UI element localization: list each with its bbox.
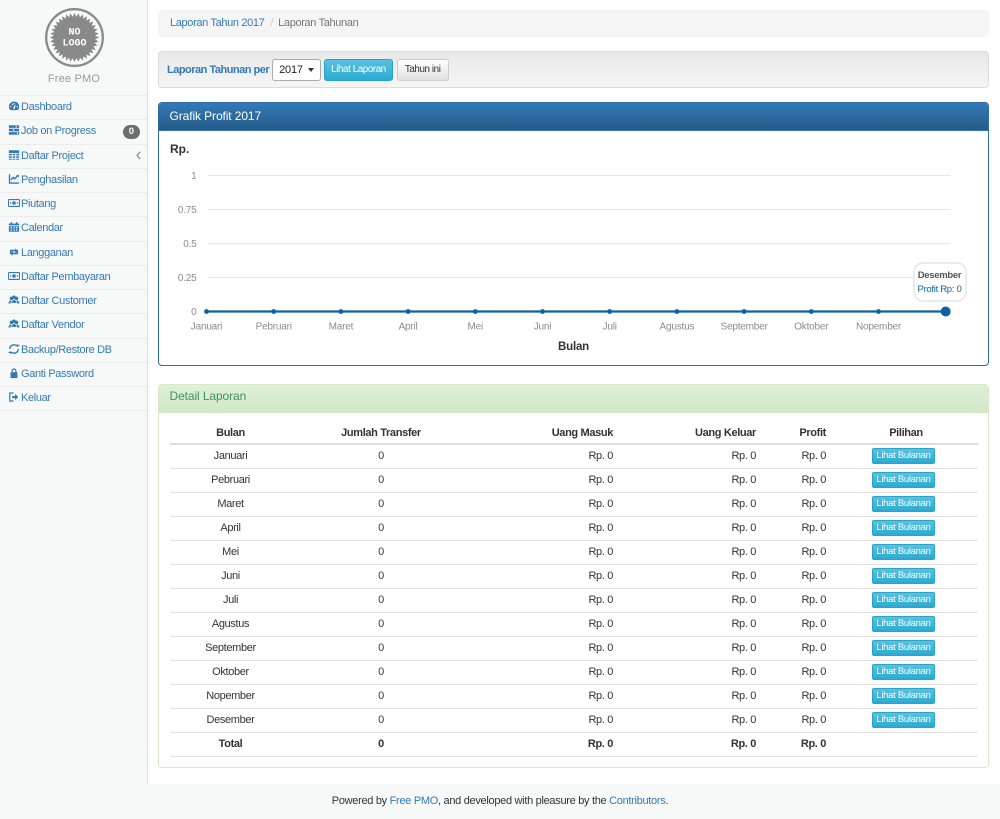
svg-text:Mei: Mei <box>468 322 484 333</box>
svg-text:NO: NO <box>68 28 80 39</box>
svg-text:Oktober: Oktober <box>794 322 829 333</box>
svg-text:Maret: Maret <box>329 322 354 333</box>
svg-text:Januari: Januari <box>191 322 222 333</box>
svg-text:0: 0 <box>191 307 197 318</box>
svg-text:Rp.: Rp. <box>170 142 189 156</box>
svg-text:Pebruari: Pebruari <box>256 322 292 333</box>
svg-text:0.5: 0.5 <box>183 239 197 250</box>
svg-text:Juni: Juni <box>534 322 552 333</box>
svg-text:1: 1 <box>191 171 197 182</box>
svg-text:0.75: 0.75 <box>178 205 197 216</box>
svg-text:Agustus: Agustus <box>660 322 695 333</box>
svg-text:Juli: Juli <box>603 322 617 333</box>
svg-text:September: September <box>721 322 769 333</box>
svg-text:Nopember: Nopember <box>856 322 902 333</box>
svg-text:April: April <box>399 322 418 333</box>
svg-text:0.25: 0.25 <box>178 273 197 284</box>
svg-text:LOGO: LOGO <box>62 39 86 50</box>
svg-text:Bulan: Bulan <box>558 341 589 353</box>
